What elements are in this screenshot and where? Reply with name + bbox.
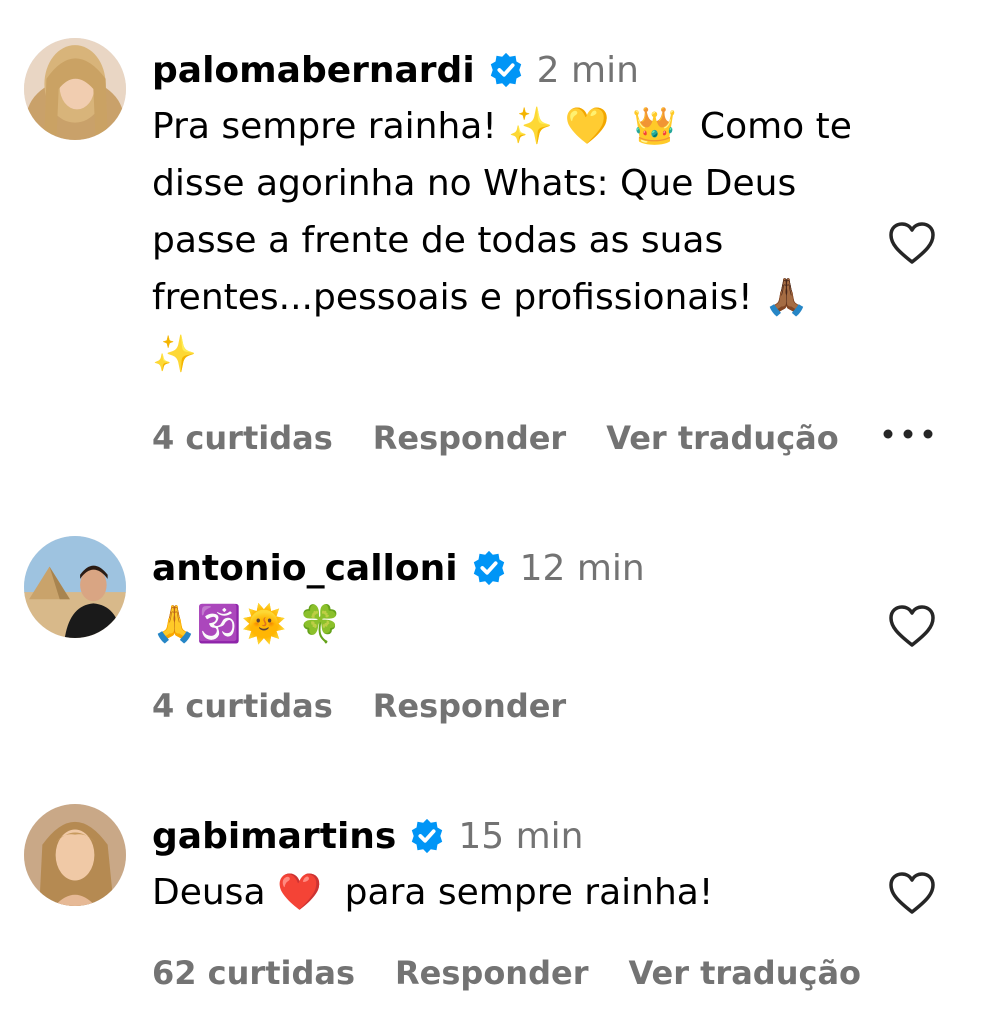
heart-outline-icon[interactable] [888, 603, 936, 649]
avatar-image [24, 804, 126, 906]
comment-text: 🙏🕉️🌞 🍀 [152, 604, 343, 645]
comment-actions: 4 curtidas Responder [152, 682, 606, 730]
see-translation-button[interactable]: Ver tradução [606, 419, 839, 457]
see-translation-button[interactable]: Ver tradução [628, 954, 861, 992]
verified-badge-icon [412, 818, 443, 854]
avatar[interactable] [24, 38, 126, 140]
likes-count[interactable]: 4 curtidas [152, 419, 333, 457]
comment-header: palomabernardi 2 min [152, 42, 872, 98]
comment-actions: 62 curtidas Responder Ver tradução [152, 949, 901, 997]
reply-button[interactable]: Responder [373, 687, 566, 725]
avatar-image [24, 536, 126, 638]
username-link[interactable]: gabimartins [152, 816, 396, 857]
reply-button[interactable]: Responder [395, 954, 588, 992]
comment-text: Deusa ❤️ para sempre rainha! [152, 872, 714, 913]
verified-badge-icon [490, 52, 521, 88]
likes-count[interactable]: 4 curtidas [152, 687, 333, 725]
comment-time[interactable]: 15 min [458, 816, 583, 857]
comment-header: gabimartins 15 min [152, 808, 872, 864]
comment-time[interactable]: 2 min [537, 50, 639, 91]
heart-outline-icon[interactable] [888, 870, 936, 916]
comment-actions: 4 curtidas Responder Ver tradução [152, 414, 879, 462]
avatar[interactable] [24, 536, 126, 638]
likes-count[interactable]: 62 curtidas [152, 954, 355, 992]
avatar[interactable] [24, 804, 126, 906]
comment-time[interactable]: 12 min [520, 548, 645, 589]
heart-outline-icon[interactable] [888, 220, 936, 266]
comment-text: Pra sempre rainha! ✨ 💛 👑 Como te disse a… [152, 106, 864, 375]
avatar-image [24, 38, 126, 140]
username-link[interactable]: palomabernardi [152, 50, 475, 91]
username-link[interactable]: antonio_calloni [152, 548, 458, 589]
verified-badge-icon [473, 550, 504, 586]
more-options-icon[interactable] [880, 424, 936, 444]
comment-header: antonio_calloni 12 min [152, 540, 872, 596]
reply-button[interactable]: Responder [373, 419, 566, 457]
